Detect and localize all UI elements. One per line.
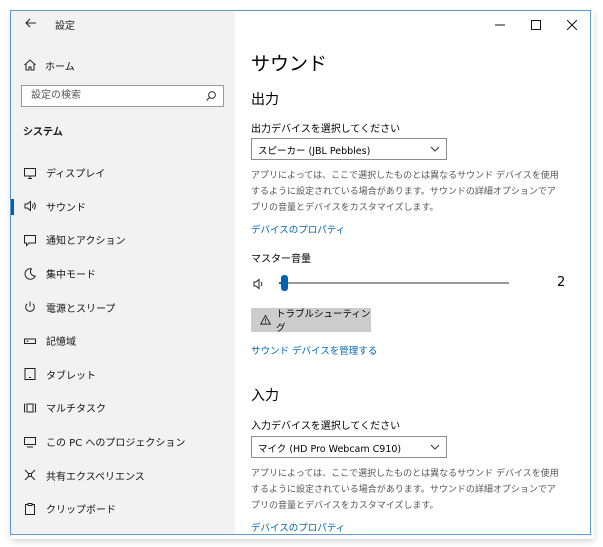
sidebar-item-label: 通知とアクション — [46, 236, 126, 248]
volume-slider-track[interactable] — [279, 282, 509, 284]
output-properties-link[interactable]: デバイスのプロパティ — [251, 222, 345, 236]
output-device-value: スピーカー (JBL Pebbles) — [258, 146, 371, 157]
notification-icon — [24, 234, 36, 247]
back-arrow-icon — [25, 18, 36, 28]
volume-value: 2 — [557, 275, 566, 290]
input-device-dropdown[interactable]: マイク (HD Pro Webcam C910) — [251, 436, 447, 458]
input-properties-link[interactable]: デバイスのプロパティ — [251, 520, 345, 534]
close-button[interactable] — [554, 11, 590, 39]
sidebar-item-clipboard[interactable]: クリップボード — [11, 492, 235, 526]
titlebar: 設定 — [11, 11, 235, 41]
sidebar-item-label: 集中モード — [46, 270, 96, 282]
tablet-icon — [24, 368, 36, 381]
warning-icon — [260, 314, 271, 325]
search-input[interactable] — [29, 89, 203, 102]
sidebar-item-notifications[interactable]: 通知とアクション — [11, 223, 235, 257]
maximize-button[interactable] — [518, 11, 554, 39]
page-title: サウンド — [251, 53, 328, 75]
output-device-dropdown[interactable]: スピーカー (JBL Pebbles) — [251, 138, 447, 160]
troubleshoot-label: トラブルシューティング — [275, 309, 371, 334]
monitor-icon — [24, 167, 36, 179]
volume-slider-thumb[interactable] — [280, 275, 288, 291]
projection-icon — [24, 436, 36, 448]
sidebar-home-label: ホーム — [45, 61, 75, 73]
share-icon — [24, 469, 36, 481]
moon-icon — [24, 267, 36, 280]
sidebar-item-storage[interactable]: 記憶域 — [11, 324, 235, 358]
minimize-button[interactable] — [482, 11, 518, 39]
section-title: システム — [23, 127, 63, 138]
volume-icon[interactable] — [253, 278, 265, 290]
search-icon[interactable] — [205, 90, 217, 102]
multitask-icon — [24, 403, 36, 413]
sidebar-item-label: 記憶域 — [46, 337, 76, 349]
clipboard-icon — [25, 502, 35, 515]
sidebar-nav: ディスプレイ サウンド 通知とアクション 集中モード 電源とスリープ 記憶域 タ… — [11, 156, 235, 526]
chevron-down-icon — [430, 444, 440, 450]
manage-devices-link[interactable]: サウンド デバイスを管理する — [251, 343, 377, 357]
sidebar-item-label: ディスプレイ — [46, 169, 106, 181]
power-icon — [25, 301, 35, 312]
sidebar-item-display[interactable]: ディスプレイ — [11, 156, 235, 190]
sidebar-item-multitasking[interactable]: マルチタスク — [11, 391, 235, 425]
home-icon — [24, 59, 36, 71]
close-icon — [567, 20, 577, 30]
troubleshoot-button[interactable]: トラブルシューティング — [251, 308, 371, 334]
sidebar-item-label: 電源とスリープ — [46, 303, 116, 315]
output-device-label: 出力デバイスを選択してください — [251, 124, 401, 135]
settings-window: 設定 ホーム システム ディスプレイ サウンド 通知とアクション — [10, 10, 591, 535]
input-device-value: マイク (HD Pro Webcam C910) — [258, 444, 402, 455]
speaker-icon — [24, 200, 36, 212]
sidebar-item-tablet[interactable]: タブレット — [11, 358, 235, 392]
sidebar-item-label: サウンド — [46, 202, 86, 214]
sidebar-item-focus[interactable]: 集中モード — [11, 257, 235, 291]
input-heading: 入力 — [251, 388, 279, 404]
output-description: アプリによっては、ここで選択したものとは異なるサウンド デバイスを使用するように… — [251, 171, 559, 213]
chevron-down-icon — [430, 146, 440, 152]
input-description: アプリによっては、ここで選択したものとは異なるサウンド デバイスを使用するように… — [251, 469, 559, 511]
sidebar-item-label: タブレット — [46, 370, 96, 382]
storage-icon — [24, 338, 36, 344]
sidebar-item-label: マルチタスク — [46, 404, 106, 416]
maximize-icon — [531, 20, 541, 30]
output-heading: 出力 — [251, 92, 279, 108]
sidebar-item-label: 共有エクスペリエンス — [46, 471, 145, 483]
search-box[interactable] — [21, 85, 224, 107]
minimize-icon — [495, 24, 505, 26]
input-device-label: 入力デバイスを選択してください — [251, 421, 401, 432]
sidebar-item-power[interactable]: 電源とスリープ — [11, 290, 235, 324]
window-title: 設定 — [55, 21, 75, 32]
master-volume-label: マスター音量 — [251, 254, 311, 265]
back-button[interactable] — [20, 15, 42, 35]
sidebar: 設定 ホーム システム ディスプレイ サウンド 通知とアクション — [11, 11, 235, 534]
sidebar-item-projection[interactable]: この PC へのプロジェクション — [11, 425, 235, 459]
sidebar-home[interactable]: ホーム — [23, 55, 75, 75]
sidebar-item-sound[interactable]: サウンド — [11, 190, 235, 224]
sidebar-item-shared-experiences[interactable]: 共有エクスペリエンス — [11, 458, 235, 492]
sidebar-item-label: この PC へのプロジェクション — [46, 438, 186, 450]
window-controls — [482, 11, 590, 39]
sidebar-item-label: クリップボード — [46, 505, 116, 517]
